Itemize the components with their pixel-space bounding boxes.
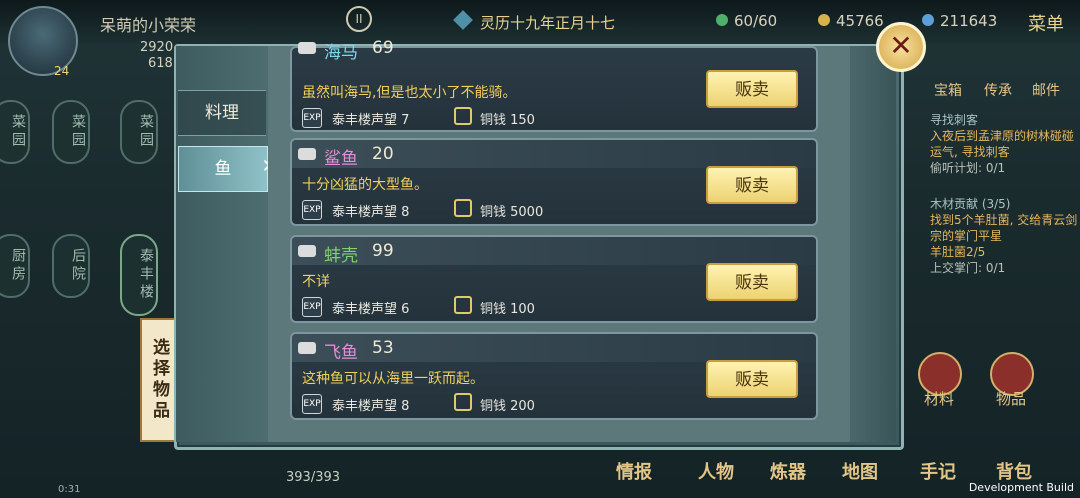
copper-coin-icon (454, 107, 472, 125)
energy-icon (716, 14, 728, 26)
item-name: 飞鱼 (324, 343, 358, 363)
mail-shortcut[interactable]: 邮件 (1032, 80, 1060, 100)
reputation-icon: EXP (302, 200, 322, 220)
nav-map[interactable]: 地图 (842, 458, 878, 484)
quest-progress: 偷听计划: 0/1 (930, 161, 1006, 175)
copper-coin-icon (454, 199, 472, 217)
item-name: 海马 (324, 43, 358, 63)
list-item: 飞鱼 53 这种鱼可以从海里一跃而起。 EXP 泰丰楼声望 8 铜钱 200 贩… (290, 332, 818, 420)
player-stat-1: 2920 (140, 40, 174, 55)
menu-button[interactable]: 菜单 (1028, 10, 1064, 36)
tab-fish[interactable]: 鱼 (178, 146, 268, 192)
item-reputation: 泰丰楼声望 6 (332, 302, 410, 317)
copper-value: 45766 (836, 12, 884, 30)
item-name: 蚌壳 (324, 246, 358, 266)
quest-body: 入夜后到孟津原的树林碰碰运气, 寻找刺客 (930, 129, 1075, 159)
list-item: 海马 69 虽然叫海马,但是也太小了不能骑。 EXP 泰丰楼声望 7 铜钱 15… (290, 38, 818, 132)
player-level: 24 (54, 64, 70, 78)
reputation-icon: EXP (302, 297, 322, 317)
sell-button[interactable]: 贩卖 (706, 360, 798, 398)
silver-icon (298, 342, 316, 354)
status-time: 0:31 (58, 484, 81, 495)
top-right-shortcuts: 宝箱 传承 邮件 (920, 62, 1070, 102)
sell-button[interactable]: 贩卖 (706, 263, 798, 301)
quest-body: 找到5个羊肚菌, 交给青云剑宗的掌门平星 (930, 213, 1078, 243)
map-node-backyard[interactable]: 后院 (52, 234, 90, 298)
item-price: 铜钱 200 (480, 399, 535, 414)
hp-readout: 393/393 (286, 470, 341, 485)
item-header (292, 334, 816, 362)
map-node-taifeng-inn[interactable]: 泰丰楼 (120, 234, 158, 316)
item-reputation: 泰丰楼声望 8 (332, 399, 410, 414)
map-node-vegetable-garden[interactable]: 菜园 (120, 100, 158, 164)
item-count: 20 (372, 144, 394, 164)
items-label: 物品 (996, 390, 1027, 408)
item-price: 铜钱 150 (480, 113, 535, 128)
item-description: 十分凶猛的大型鱼。 (302, 177, 428, 193)
item-price: 铜钱 5000 (480, 205, 544, 220)
silver-icon (298, 245, 316, 257)
quest-title: 寻找刺客 (930, 113, 979, 127)
item-reputation: 泰丰楼声望 7 (332, 113, 410, 128)
copper-coin-icon (454, 296, 472, 314)
reputation-icon: EXP (302, 394, 322, 414)
item-count: 53 (372, 338, 394, 358)
item-reputation: 泰丰楼声望 8 (332, 205, 410, 220)
nav-forge[interactable]: 炼器 (770, 458, 806, 484)
item-description: 这种鱼可以从海里一跃而起。 (302, 371, 484, 387)
spirit-icon (922, 14, 934, 26)
dev-build-label: Development Build (968, 481, 1074, 494)
pause-button[interactable]: II (346, 6, 372, 32)
quest-title: 木材贡献 (3/5) (930, 197, 1011, 211)
close-button[interactable]: ✕ (876, 22, 926, 72)
quest-tracker-1[interactable]: 寻找刺客 入夜后到孟津原的树林碰碰运气, 寻找刺客 偷听计划: 0/1 (930, 112, 1080, 176)
item-price: 铜钱 100 (480, 302, 535, 317)
materials-label: 材料 (924, 390, 955, 408)
spirit-value: 211643 (940, 12, 998, 30)
sell-button[interactable]: 贩卖 (706, 166, 798, 204)
reputation-icon: EXP (302, 108, 322, 128)
item-name: 鲨鱼 (324, 149, 358, 169)
choose-item-scroll: 选择物品 (140, 318, 178, 442)
inheritance-shortcut[interactable]: 传承 (984, 80, 1012, 100)
list-item: 鲨鱼 20 十分凶猛的大型鱼。 EXP 泰丰楼声望 8 铜钱 5000 贩卖 (290, 138, 818, 226)
player-name: 呆萌的小荣荣 (100, 16, 197, 35)
dialog-right-rail (850, 46, 896, 442)
item-description: 虽然叫海马,但是也太小了不能骑。 (302, 85, 517, 101)
item-description: 不详 (302, 274, 330, 290)
energy-value: 60/60 (734, 12, 778, 30)
copper-coin-icon (454, 393, 472, 411)
sell-button[interactable]: 贩卖 (706, 70, 798, 108)
item-count: 69 (372, 38, 394, 58)
silver-icon (298, 148, 316, 160)
nav-intel[interactable]: 情报 (616, 458, 652, 484)
quest-progress: 羊肚菌2/5 (930, 245, 986, 259)
quest-tracker-2[interactable]: 木材贡献 (3/5) 找到5个羊肚菌, 交给青云剑宗的掌门平星 羊肚菌2/5 上… (930, 196, 1080, 276)
list-item: 蚌壳 99 不详 EXP 泰丰楼声望 6 铜钱 100 贩卖 (290, 235, 818, 323)
map-node-vegetable-garden[interactable]: 菜园 (52, 100, 90, 164)
map-node-kitchen[interactable]: 厨房 (0, 234, 30, 298)
map-node-vegetable-garden[interactable]: 菜园 (0, 100, 30, 164)
item-header (292, 237, 816, 265)
copper-coin-icon (818, 14, 830, 26)
quest-progress: 上交掌门: 0/1 (930, 261, 1006, 275)
silver-icon (298, 42, 316, 54)
nav-characters[interactable]: 人物 (698, 458, 734, 484)
item-count: 99 (372, 241, 394, 261)
player-stat-2: 618 (148, 56, 173, 71)
tab-cuisine[interactable]: 料理 (178, 90, 266, 136)
chest-shortcut[interactable]: 宝箱 (934, 80, 962, 100)
item-header (292, 140, 816, 168)
nav-journal[interactable]: 手记 (920, 458, 956, 484)
calendar-date: 灵历十九年正月十七 (480, 14, 616, 32)
